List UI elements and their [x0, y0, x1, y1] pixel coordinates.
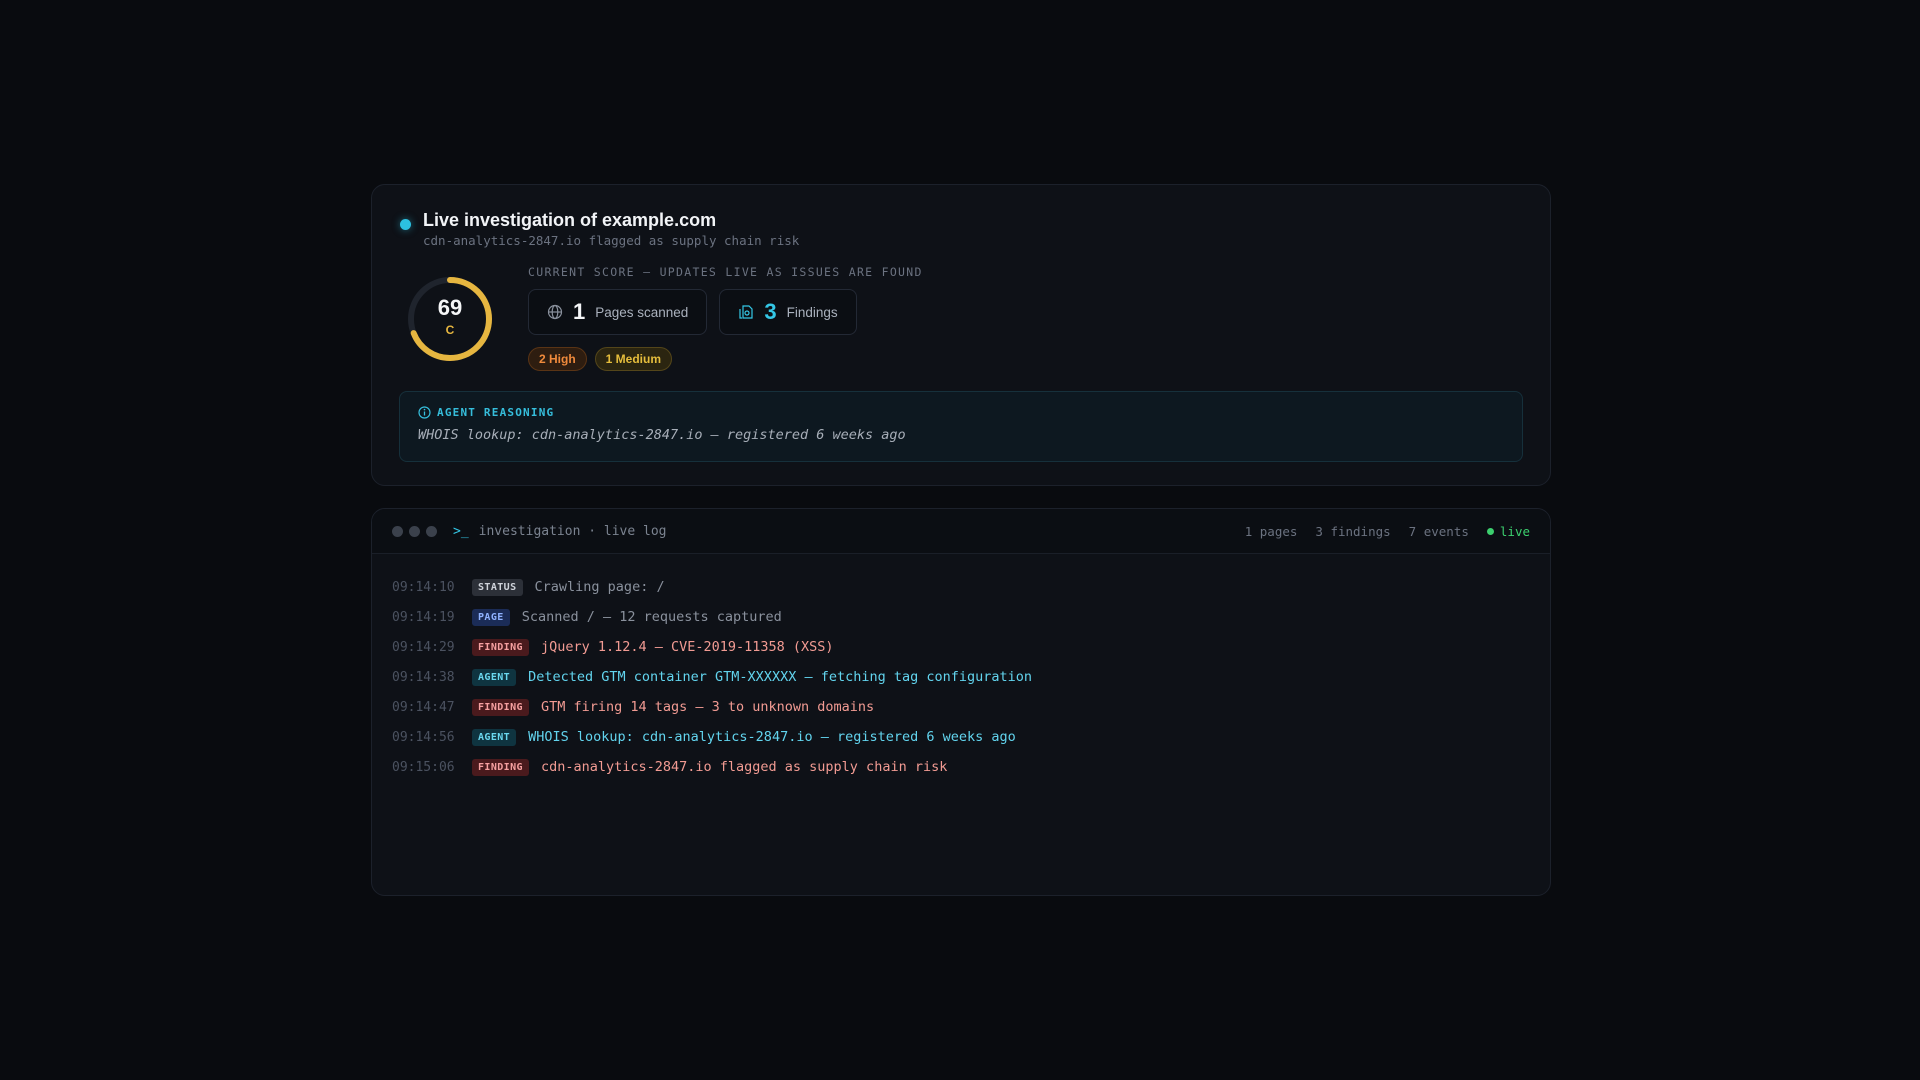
log-entry: 09:14:29 FINDING jQuery 1.12.4 — CVE-2019-…: [392, 632, 1530, 662]
score-grade: C: [445, 323, 455, 337]
pages-label: Pages scanned: [595, 304, 689, 320]
agent-reasoning-heading: AGENT REASONING: [418, 406, 1504, 419]
live-indicator-label: live: [1499, 523, 1530, 539]
investigation-summary-card: Live investigation of example.com cdn-an…: [371, 184, 1551, 486]
log-timestamp: 09:14:47: [392, 699, 455, 715]
agent-reasoning-title: AGENT REASONING: [437, 406, 555, 419]
page-title: Live investigation of example.com: [423, 210, 717, 230]
log-tag-finding: FINDING: [472, 758, 529, 776]
pages-count: 1: [573, 299, 586, 324]
log-entry: 09:14:47 FINDING GTM firing 14 tags — 3 to…: [392, 692, 1530, 722]
log-message: Crawling page: /: [534, 579, 665, 595]
window-dot-2: [409, 525, 420, 537]
findings-stat[interactable]: 3 Findings: [719, 289, 857, 335]
log-message: Scanned / — 12 requests captured: [521, 609, 782, 625]
severity-badges: 2 High 1 Medium: [528, 347, 923, 371]
findings-icon: [739, 305, 753, 319]
live-indicator-dot: [1486, 527, 1494, 535]
agent-reasoning-box: AGENT REASONING WHOIS lookup: cdn-analyt…: [399, 391, 1523, 462]
score-value: 69: [437, 295, 463, 320]
findings-label: Findings: [786, 304, 838, 320]
medium-severity-badge[interactable]: 1 Medium: [594, 347, 673, 371]
log-tag-agent: AGENT: [472, 668, 517, 686]
pages-scanned-stat[interactable]: 1 Pages scanned: [528, 289, 708, 335]
terminal-title-bar: >_ investigation · live log 1 pages 3 fi…: [372, 509, 1550, 554]
card-header: Live investigation of example.com cdn-an…: [400, 209, 799, 248]
live-status-dot: [400, 219, 411, 230]
info-icon: [418, 406, 431, 419]
pages-counter: 1 pages: [1244, 523, 1298, 539]
log-message: GTM firing 14 tags — 3 to unknown domain…: [540, 699, 875, 715]
terminal-title: investigation · live log: [478, 523, 667, 539]
log-timestamp: 09:14:10: [392, 579, 455, 595]
log-list: 09:14:10 STATUS Crawling page: / 09:14:19 PA…: [372, 554, 1550, 782]
log-message: Detected GTM container GTM-XXXXXX — fetc…: [528, 669, 1033, 685]
terminal-counters: 1 pages 3 findings 7 events live: [1245, 524, 1530, 539]
log-tag-finding: FINDING: [472, 698, 529, 716]
terminal-prompt-icon: >_: [453, 523, 469, 539]
log-timestamp: 09:14:38: [392, 669, 455, 685]
events-counter: 7 events: [1408, 523, 1469, 539]
log-tag-status: STATUS: [472, 578, 523, 596]
findings-count: 3: [764, 299, 777, 324]
log-tag-finding: FINDING: [472, 638, 529, 656]
score-gauge: 69 C: [406, 275, 494, 363]
log-timestamp: 09:15:06: [392, 759, 455, 775]
score-details: CURRENT SCORE — UPDATES LIVE AS ISSUES A…: [528, 265, 923, 371]
log-entry: 09:14:38 AGENT Detected GTM container GTM-…: [392, 662, 1530, 692]
log-message: WHOIS lookup: cdn-analytics-2847.io — re…: [528, 729, 1016, 745]
page-subtitle: cdn-analytics-2847.io flagged as supply …: [423, 233, 800, 248]
log-entry: 09:14:19 PAGE Scanned / — 12 requests capt…: [392, 602, 1530, 632]
log-entry: 09:14:56 AGENT WHOIS lookup: cdn-analytics…: [392, 722, 1530, 752]
stats-row: 1 Pages scanned 3 Findings: [528, 289, 923, 335]
log-timestamp: 09:14:29: [392, 639, 455, 655]
findings-counter: 3 findings: [1315, 523, 1391, 539]
log-message: jQuery 1.12.4 — CVE-2019-11358 (XSS): [540, 639, 834, 655]
log-timestamp: 09:14:56: [392, 729, 455, 745]
log-message: cdn-analytics-2847.io flagged as supply …: [540, 759, 948, 775]
score-label: CURRENT SCORE — UPDATES LIVE AS ISSUES A…: [528, 265, 923, 279]
agent-reasoning-text: WHOIS lookup: cdn-analytics-2847.io — re…: [418, 427, 906, 443]
live-indicator: live: [1486, 523, 1530, 539]
log-entry: 09:14:10 STATUS Crawling page: /: [392, 572, 1530, 602]
globe-icon: [547, 304, 563, 320]
high-severity-badge[interactable]: 2 High: [528, 347, 587, 371]
log-entry: 09:15:06 FINDING cdn-analytics-2847.io fla…: [392, 752, 1530, 782]
live-log-panel: >_ investigation · live log 1 pages 3 fi…: [371, 508, 1551, 896]
window-dot-3: [426, 525, 437, 537]
window-dot-1: [392, 525, 403, 537]
log-tag-agent: AGENT: [472, 728, 517, 746]
log-tag-page: PAGE: [472, 608, 510, 626]
log-timestamp: 09:14:19: [392, 609, 455, 625]
